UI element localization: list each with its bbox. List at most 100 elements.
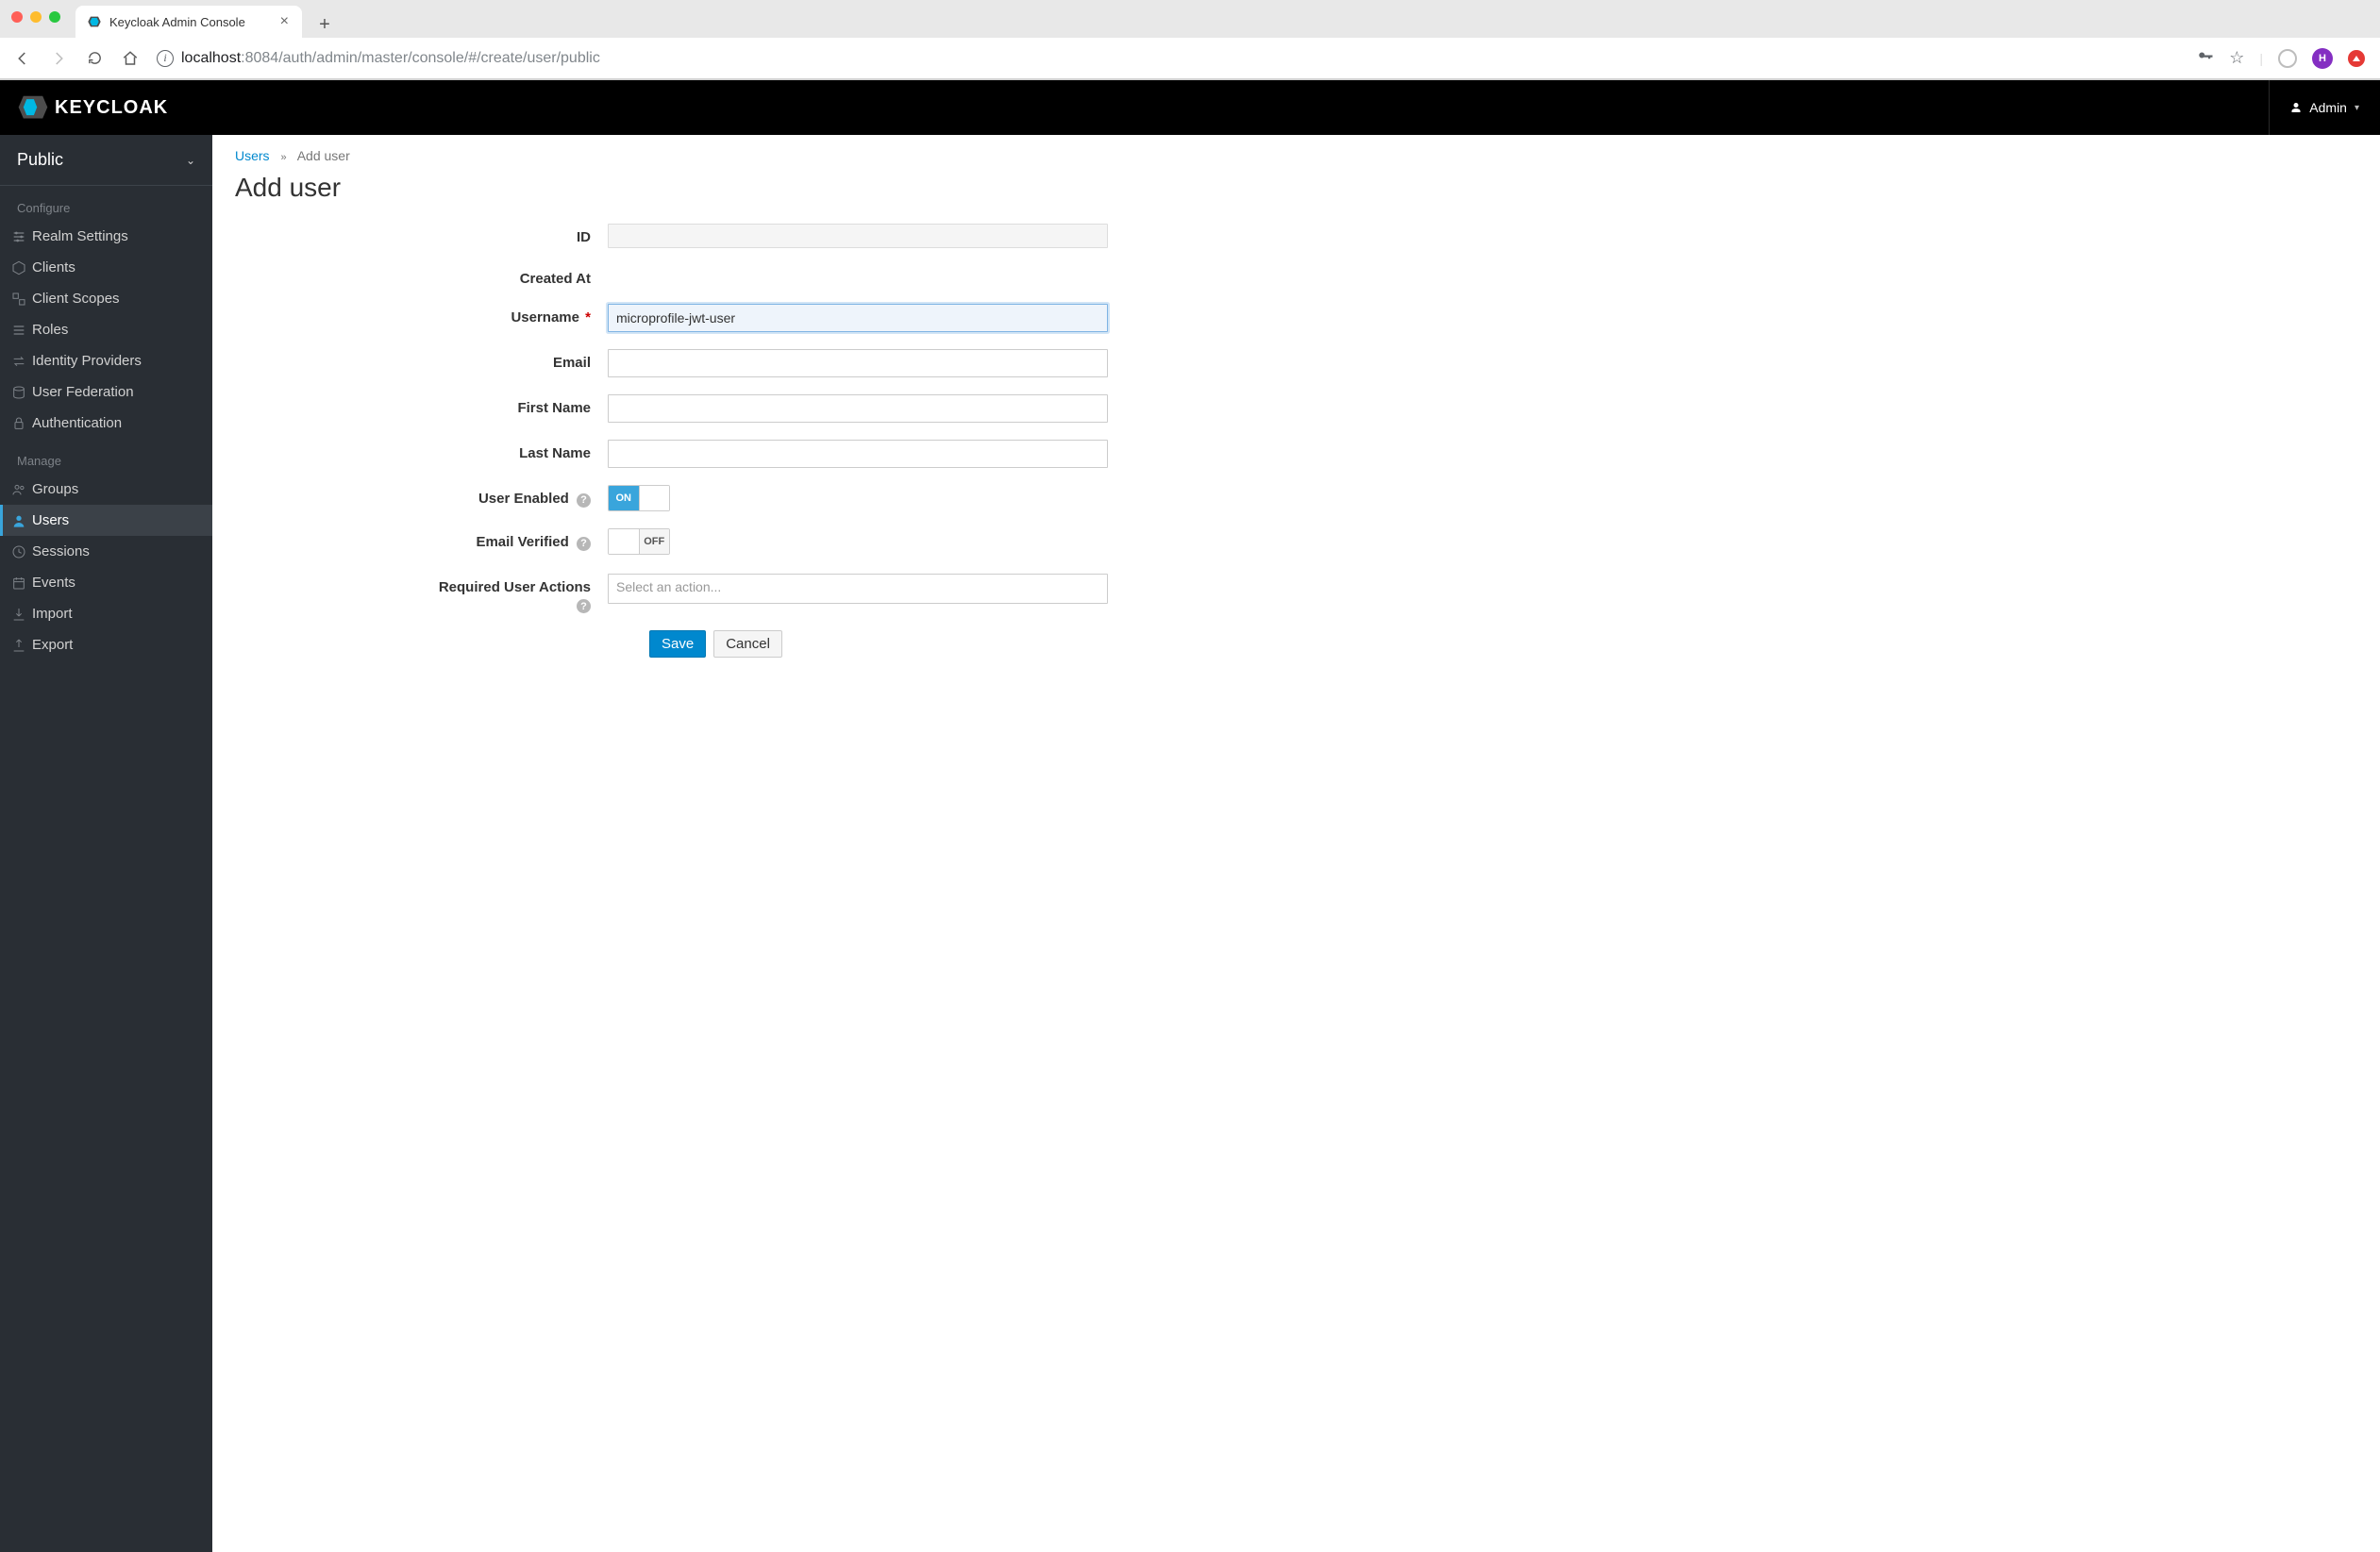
window-zoom-icon[interactable] — [49, 11, 60, 23]
field-id: ID — [235, 224, 1160, 248]
url-display: localhost:8084/auth/admin/master/console… — [181, 50, 600, 67]
select-required-actions[interactable]: Select an action... — [608, 574, 1108, 604]
sidebar-item-events[interactable]: Events — [0, 567, 212, 598]
sidebar-item-label: Groups — [32, 481, 78, 497]
help-icon[interactable]: ? — [577, 493, 591, 508]
browser-tab-title: Keycloak Admin Console — [109, 15, 271, 29]
sidebar-item-groups[interactable]: Groups — [0, 474, 212, 505]
url-host: localhost — [181, 50, 241, 66]
nav-home-button[interactable] — [117, 45, 143, 72]
toolbar-divider: | — [2259, 51, 2263, 66]
required-asterisk-icon: * — [585, 309, 591, 325]
keycloak-favicon-icon — [87, 14, 102, 29]
sidebar-item-clients[interactable]: Clients — [0, 252, 212, 283]
sidebar-item-label: Identity Providers — [32, 353, 142, 369]
main-content: Users » Add user Add user ID Created At … — [212, 135, 2380, 1552]
browser-toolbar-right: ☆ | H — [2197, 48, 2371, 69]
realm-selector[interactable]: Public ⌄ — [0, 135, 212, 186]
sidebar-item-label: Sessions — [32, 543, 90, 559]
label-first-name: First Name — [235, 394, 608, 416]
breadcrumb-separator-icon: » — [280, 152, 286, 163]
input-last-name[interactable] — [608, 440, 1108, 468]
database-icon — [11, 385, 26, 400]
window-minimize-icon[interactable] — [30, 11, 42, 23]
site-info-icon[interactable]: i — [157, 50, 174, 67]
new-tab-button[interactable]: + — [311, 11, 338, 38]
field-required-actions: Required User Actions? Select an action.… — [235, 574, 1160, 613]
chevron-down-icon: ▾ — [2355, 103, 2359, 113]
extension-opera-icon[interactable] — [2278, 49, 2297, 68]
label-user-enabled: User Enabled ? — [235, 485, 608, 508]
label-username: Username * — [235, 304, 608, 325]
group-icon — [11, 482, 26, 497]
sidebar-item-identity-providers[interactable]: Identity Providers — [0, 345, 212, 376]
browser-tab[interactable]: Keycloak Admin Console × — [75, 6, 302, 38]
sidebar-item-label: Users — [32, 512, 69, 528]
sidebar-item-import[interactable]: Import — [0, 598, 212, 629]
sidebar-item-roles[interactable]: Roles — [0, 314, 212, 345]
label-last-name: Last Name — [235, 440, 608, 461]
keycloak-logo-icon — [17, 94, 49, 121]
breadcrumb-parent-link[interactable]: Users — [235, 148, 270, 163]
cubes-icon — [11, 292, 26, 307]
nav-reload-button[interactable] — [81, 45, 108, 72]
sidebar-section-manage: Manage — [0, 439, 212, 474]
toggle-off-label: OFF — [639, 529, 670, 554]
sidebar-item-label: Clients — [32, 259, 75, 275]
app-header: KEYCLOAK Admin ▾ — [0, 80, 2380, 135]
import-icon — [11, 607, 26, 622]
input-email[interactable] — [608, 349, 1108, 377]
sidebar-item-authentication[interactable]: Authentication — [0, 408, 212, 439]
field-username: Username * — [235, 304, 1160, 332]
address-bar[interactable]: i localhost:8084/auth/admin/master/conso… — [153, 44, 2187, 73]
sidebar-item-label: Roles — [32, 322, 68, 338]
toggle-email-verified[interactable]: OFF — [608, 528, 670, 555]
input-username[interactable] — [608, 304, 1108, 332]
extension-red-icon[interactable] — [2348, 50, 2365, 67]
bookmark-star-icon[interactable]: ☆ — [2229, 48, 2244, 68]
browser-profile-avatar[interactable]: H — [2312, 48, 2333, 69]
chevron-down-icon: ⌄ — [186, 154, 195, 167]
nav-back-button[interactable] — [9, 45, 36, 72]
sidebar: Public ⌄ Configure Realm Settings Client… — [0, 135, 212, 1552]
help-icon[interactable]: ? — [577, 537, 591, 551]
password-key-icon[interactable] — [2197, 48, 2214, 68]
sidebar-item-label: Events — [32, 575, 75, 591]
label-id: ID — [235, 224, 608, 245]
sidebar-item-label: Authentication — [32, 415, 122, 431]
calendar-icon — [11, 576, 26, 591]
field-user-enabled: User Enabled ? ON — [235, 485, 1160, 511]
add-user-form: ID Created At Username * Email — [235, 224, 1160, 658]
cancel-button[interactable]: Cancel — [713, 630, 782, 658]
user-icon — [2290, 102, 2302, 113]
list-icon — [11, 323, 26, 338]
window-controls — [11, 11, 60, 23]
exchange-icon — [11, 354, 26, 369]
input-first-name[interactable] — [608, 394, 1108, 423]
tab-close-icon[interactable]: × — [278, 14, 291, 29]
sidebar-item-realm-settings[interactable]: Realm Settings — [0, 221, 212, 252]
save-button[interactable]: Save — [649, 630, 706, 658]
field-email: Email — [235, 349, 1160, 377]
browser-chrome: Keycloak Admin Console × + i localhost:8… — [0, 0, 2380, 80]
sidebar-item-sessions[interactable]: Sessions — [0, 536, 212, 567]
sidebar-item-export[interactable]: Export — [0, 629, 212, 660]
sidebar-item-client-scopes[interactable]: Client Scopes — [0, 283, 212, 314]
brand-logo[interactable]: KEYCLOAK — [17, 94, 168, 121]
sidebar-item-users[interactable]: Users — [0, 505, 212, 536]
sidebar-item-label: User Federation — [32, 384, 134, 400]
page-title: Add user — [235, 173, 2357, 203]
sidebar-item-label: Realm Settings — [32, 228, 128, 244]
help-icon[interactable]: ? — [577, 599, 591, 613]
sliders-icon — [11, 229, 26, 244]
lock-icon — [11, 416, 26, 431]
nav-forward-button[interactable] — [45, 45, 72, 72]
window-close-icon[interactable] — [11, 11, 23, 23]
user-menu[interactable]: Admin ▾ — [2269, 80, 2380, 135]
toggle-user-enabled[interactable]: ON — [608, 485, 670, 511]
user-menu-label: Admin — [2309, 100, 2347, 115]
clock-icon — [11, 544, 26, 559]
sidebar-item-user-federation[interactable]: User Federation — [0, 376, 212, 408]
field-email-verified: Email Verified ? OFF — [235, 528, 1160, 557]
label-email-verified: Email Verified ? — [235, 528, 608, 551]
